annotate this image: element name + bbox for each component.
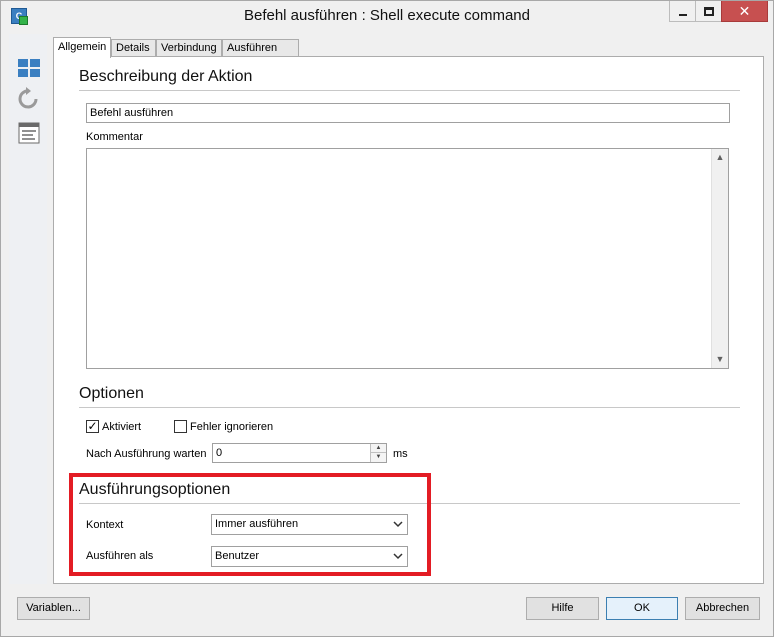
ignore-errors-checkbox[interactable] bbox=[174, 420, 187, 433]
minimize-icon bbox=[679, 13, 687, 16]
variables-button[interactable]: Variablen... bbox=[17, 597, 90, 620]
section-divider bbox=[79, 90, 740, 91]
left-toolbar bbox=[9, 34, 47, 584]
wait-stepper[interactable]: 0 ▲ ▼ bbox=[212, 443, 387, 463]
minimize-button[interactable] bbox=[669, 1, 697, 22]
comment-textarea[interactable]: ▲ ▼ bbox=[86, 148, 729, 369]
stepper-down-icon[interactable]: ▼ bbox=[371, 453, 386, 462]
maximize-button[interactable] bbox=[695, 1, 723, 22]
tab-allgemein[interactable]: Allgemein bbox=[53, 37, 111, 58]
layout-icon[interactable] bbox=[16, 56, 42, 82]
window-title: Befehl ausführen : Shell execute command bbox=[243, 7, 530, 24]
cancel-button[interactable]: Abbrechen bbox=[685, 597, 760, 620]
stepper-buttons: ▲ ▼ bbox=[370, 444, 386, 462]
wait-label: Nach Ausführung warten bbox=[86, 448, 207, 460]
wait-value: 0 bbox=[216, 447, 223, 459]
tab-ausfuehren-als[interactable]: Ausführen als bbox=[222, 39, 299, 70]
properties-icon[interactable] bbox=[16, 120, 42, 146]
check-icon: ✓ bbox=[87, 419, 98, 433]
activated-checkbox[interactable]: ✓ bbox=[86, 420, 99, 433]
scroll-down-icon[interactable]: ▼ bbox=[712, 351, 728, 368]
maximize-icon bbox=[704, 7, 714, 17]
ok-button[interactable]: OK bbox=[606, 597, 678, 620]
close-icon: ✕ bbox=[738, 3, 751, 19]
scroll-up-icon[interactable]: ▲ bbox=[712, 149, 728, 166]
dialog-window: C Befehl ausführen : Shell execute comma… bbox=[0, 0, 774, 637]
section-divider bbox=[79, 407, 740, 408]
highlight-box bbox=[69, 473, 431, 576]
section-title-description: Beschreibung der Aktion bbox=[79, 68, 253, 85]
ignore-errors-label[interactable]: Fehler ignorieren bbox=[190, 421, 273, 433]
section-title-options: Optionen bbox=[79, 385, 144, 402]
comment-label: Kommentar bbox=[86, 131, 143, 143]
activated-label[interactable]: Aktiviert bbox=[102, 421, 141, 433]
help-button[interactable]: Hilfe bbox=[526, 597, 599, 620]
refresh-icon[interactable] bbox=[16, 86, 42, 112]
wait-unit: ms bbox=[393, 448, 408, 460]
description-input[interactable]: Befehl ausführen bbox=[86, 103, 730, 123]
comment-scrollbar[interactable]: ▲ ▼ bbox=[711, 149, 728, 368]
close-button[interactable]: ✕ bbox=[721, 1, 768, 22]
stepper-up-icon[interactable]: ▲ bbox=[371, 444, 386, 453]
tab-details[interactable]: Details bbox=[111, 39, 156, 57]
title-bar[interactable]: C Befehl ausführen : Shell execute comma… bbox=[1, 1, 773, 31]
tab-verbindung[interactable]: Verbindung bbox=[156, 39, 222, 57]
